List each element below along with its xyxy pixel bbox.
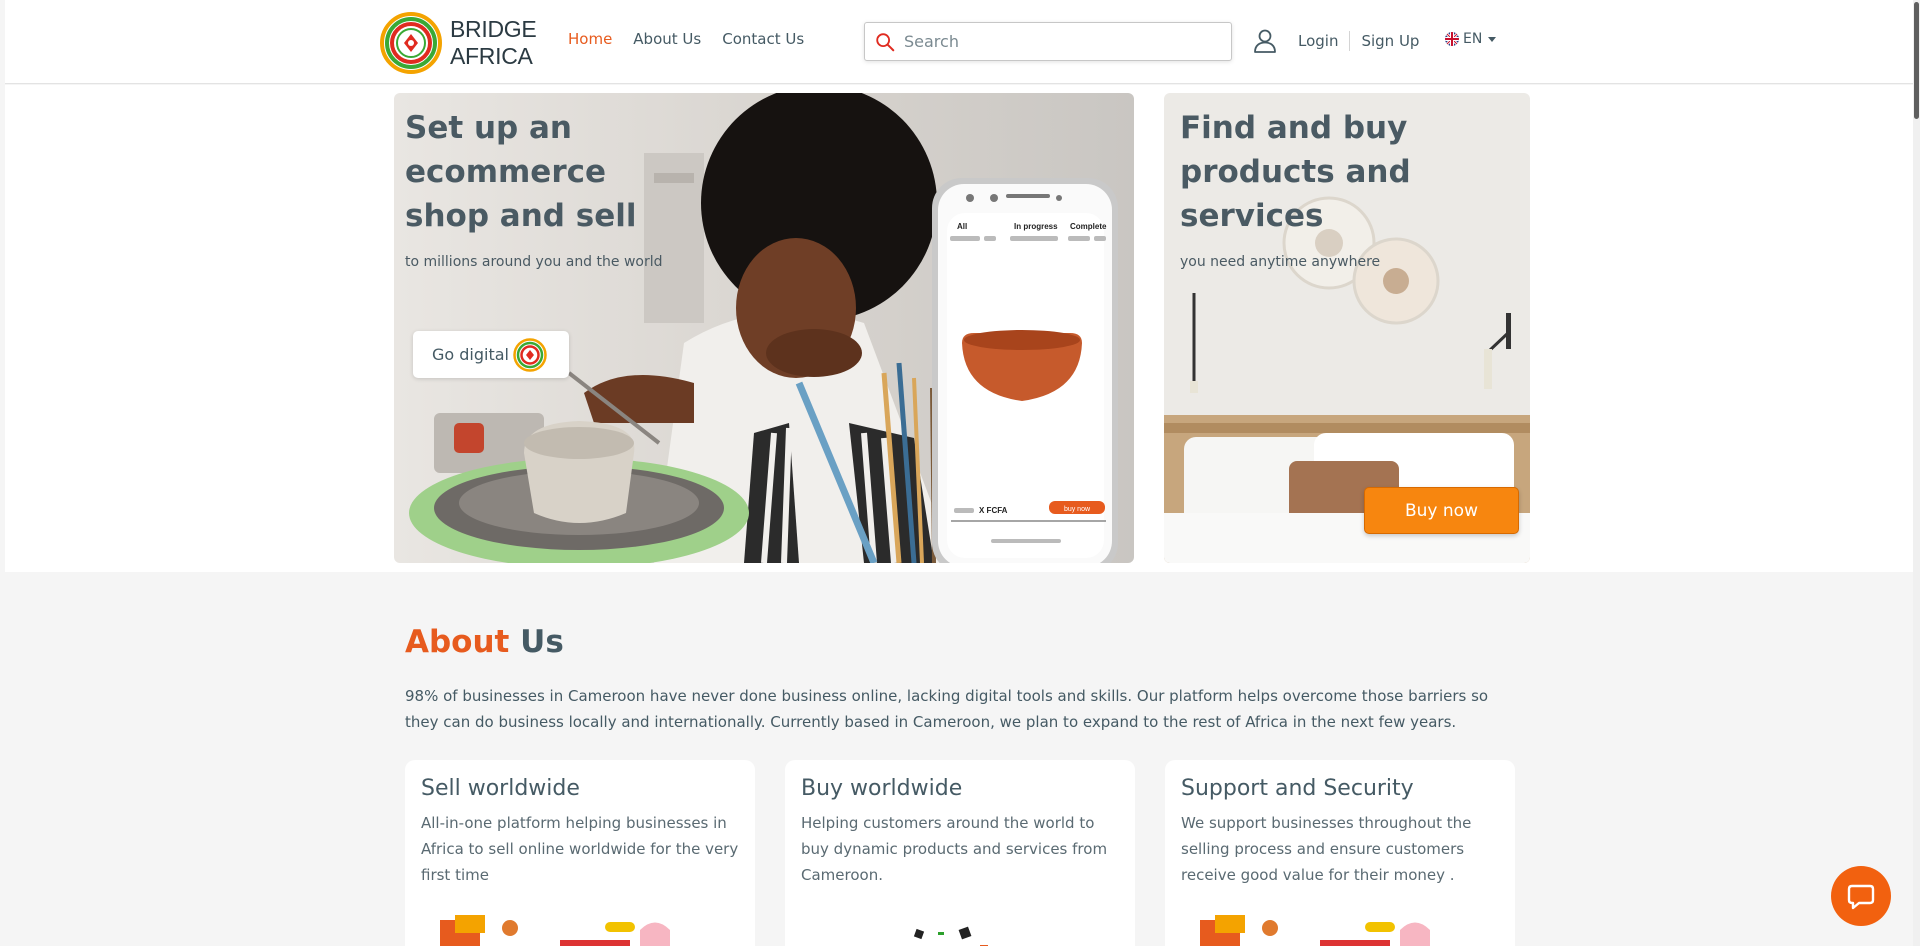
- feature-card-buy: Buy worldwide Helping customers around t…: [785, 760, 1135, 946]
- phone-tab-progress: In progress: [1014, 222, 1058, 231]
- hero-buy-title-line: services: [1180, 198, 1324, 234]
- nav-about-us[interactable]: About Us: [633, 30, 701, 48]
- about-title-rest: Us: [520, 624, 564, 660]
- nav-home[interactable]: Home: [568, 30, 612, 48]
- hero-buy-title-line: products and: [1180, 154, 1411, 190]
- about-title: About Us: [405, 624, 564, 660]
- about-title-accent: About: [405, 624, 510, 660]
- feature-card-support: Support and Security We support business…: [1165, 760, 1515, 946]
- bridge-africa-logo-icon: [513, 337, 547, 372]
- signup-link[interactable]: Sign Up: [1361, 32, 1419, 50]
- buy-now-button[interactable]: Buy now: [1364, 487, 1519, 534]
- feature-card-sell: Sell worldwide All-in-one platform helpi…: [405, 760, 755, 946]
- hero-sell-title-line: shop and sell: [405, 198, 637, 234]
- scrollbar[interactable]: [1913, 0, 1920, 946]
- about-text: 98% of businesses in Cameroon have never…: [405, 687, 1489, 731]
- hero-banner-buy: Find and buy products and services you n…: [1164, 93, 1530, 563]
- phone-tab-all: All: [957, 222, 967, 231]
- bridge-africa-logo-icon: [380, 12, 442, 74]
- feature-card-text: We support businesses throughout the sel…: [1181, 814, 1472, 884]
- login-link[interactable]: Login: [1298, 32, 1338, 50]
- go-digital-button[interactable]: Go digital: [413, 331, 569, 378]
- navbar: BRIDGE AFRICA Home About Us Contact Us L…: [5, 0, 1915, 84]
- globe-illustration: [913, 926, 988, 946]
- phone-price: X FCFA: [979, 506, 1008, 515]
- hero-banner-sell: All In progress Complete X FCFA buy now …: [394, 93, 1134, 563]
- nav-contact-us[interactable]: Contact Us: [722, 30, 804, 48]
- hero-sell-title-line: Set up an: [405, 110, 573, 146]
- phone-tab-complete: Complete: [1070, 222, 1107, 231]
- scrollbar-thumb[interactable]: [1914, 2, 1919, 119]
- hero-sell-title-line: ecommerce: [405, 154, 607, 190]
- feature-card-title: Support and Security: [1181, 776, 1414, 801]
- auth-links: Login Sign Up: [1298, 31, 1419, 51]
- phone-buy-button: buy now: [1064, 506, 1091, 513]
- shopping-illustration: [440, 915, 670, 946]
- language-code: EN: [1463, 31, 1483, 47]
- search-box: [864, 22, 1232, 61]
- hero-buy-title-line: Find and buy: [1180, 110, 1408, 146]
- language-dropdown[interactable]: EN: [1445, 31, 1497, 47]
- hero-buy-subtitle: you need anytime anywhere: [1180, 254, 1381, 270]
- feature-card-text: Helping customers around the world to bu…: [801, 814, 1108, 884]
- hero-sell-title: Set up an ecommerce shop and sell: [405, 106, 637, 238]
- search-input[interactable]: [904, 32, 1224, 51]
- hero-buy-title: Find and buy products and services: [1180, 106, 1411, 238]
- feature-card-text: All-in-one platform helping businesses i…: [421, 814, 739, 884]
- main-nav: Home About Us Contact Us: [568, 30, 804, 48]
- feature-card-title: Sell worldwide: [421, 776, 580, 801]
- hero-sell-subtitle: to millions around you and the world: [405, 254, 663, 270]
- shopping-illustration: [1200, 915, 1430, 946]
- user-icon[interactable]: [1252, 28, 1278, 54]
- flag-icon: [1445, 32, 1459, 46]
- auth-divider: [1349, 31, 1351, 51]
- brand-name: BRIDGE AFRICA: [450, 16, 537, 70]
- brand-line-2: AFRICA: [450, 43, 533, 69]
- go-digital-label: Go digital: [432, 345, 509, 364]
- feature-card-title: Buy worldwide: [801, 776, 963, 801]
- brand-line-1: BRIDGE: [450, 16, 537, 42]
- brand-logo-link[interactable]: BRIDGE AFRICA: [380, 12, 550, 74]
- chat-button[interactable]: [1831, 866, 1891, 926]
- search-icon[interactable]: [874, 31, 896, 53]
- chat-icon: [1847, 884, 1875, 910]
- chevron-down-icon: [1488, 36, 1497, 42]
